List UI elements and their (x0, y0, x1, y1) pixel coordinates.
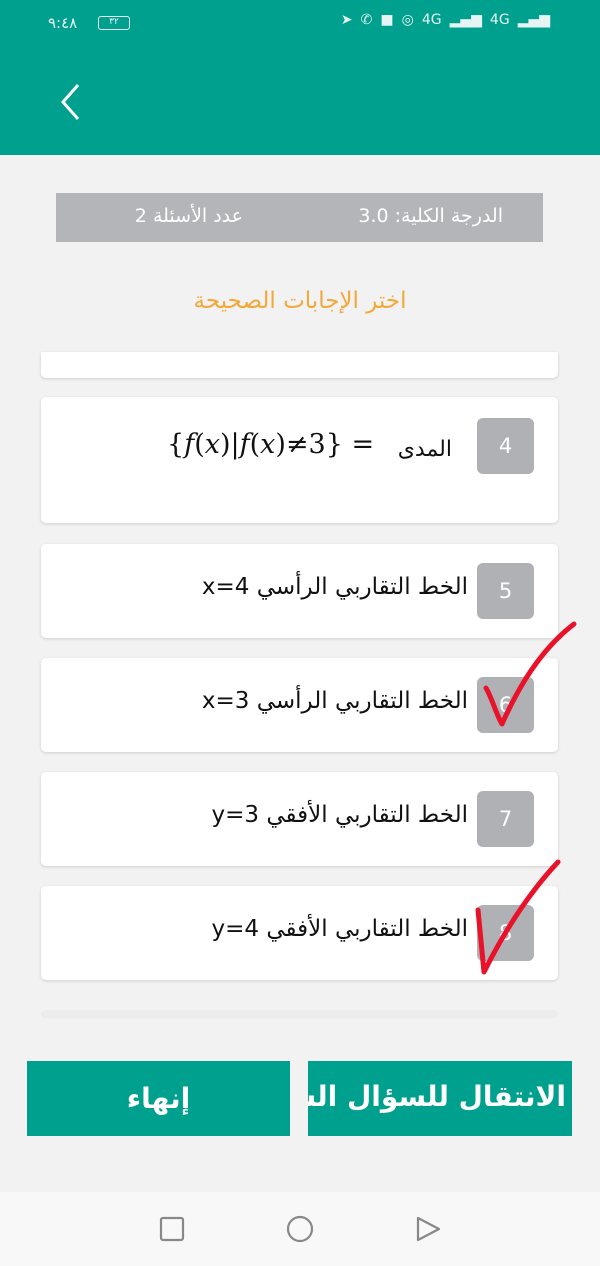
equals-sign: = (351, 429, 375, 460)
signal-bars-icon-2: ▂▄▆ (517, 12, 550, 28)
score-info-bar: الدرجة الكلية: 3.0 عدد الأسئلة 2 (56, 193, 543, 242)
option-number: 4 (477, 418, 534, 474)
question-count: عدد الأسئلة 2 (135, 205, 243, 227)
question-prompt: اختر الإجابات الصحيحة (193, 288, 407, 314)
hotspot-icon: ◎ (401, 12, 414, 28)
range-math-expression: {f(x)|f(x)≠3} = (167, 429, 375, 460)
app-bar: ٩:٤٨ ٣٢ ➤ ✆ ■ ◎ 4G ▂▄▆ 4G ▂▄▆ (0, 0, 600, 155)
answer-option-8[interactable]: 8 الخط التقاربي الأفقي y=4 (41, 886, 558, 980)
total-score-value: 3.0 (358, 205, 389, 227)
total-score: الدرجة الكلية: 3.0 (358, 205, 503, 227)
list-bottom-edge (41, 1010, 558, 1018)
triangle-icon[interactable] (413, 1214, 443, 1244)
question-count-value: 2 (134, 205, 147, 227)
send-icon: ➤ (340, 12, 353, 28)
status-time: ٩:٤٨ (48, 14, 78, 32)
option-number: 5 (477, 563, 534, 619)
option-number: 7 (477, 791, 534, 847)
signal-icon-2: 4G (489, 12, 510, 28)
circle-icon[interactable] (285, 1214, 315, 1244)
option-number: 8 (477, 905, 534, 961)
status-bar: ٩:٤٨ ٣٢ ➤ ✆ ■ ◎ 4G ▂▄▆ 4G ▂▄▆ (0, 0, 600, 50)
signal-icon-1: 4G (421, 12, 442, 28)
total-score-label: الدرجة الكلية: (394, 205, 503, 227)
signal-bars-icon-1: ▂▄▆ (449, 12, 482, 28)
answer-option-previous[interactable] (41, 352, 558, 378)
answer-option-4[interactable]: 4 المدى {f(x)|f(x)≠3} = (41, 397, 558, 523)
option-number: 6 (477, 677, 534, 733)
chevron-left-icon (60, 84, 80, 120)
question-count-label: عدد الأسئلة (152, 205, 243, 227)
option-label: المدى (397, 437, 452, 462)
system-nav-bar (0, 1192, 600, 1266)
square-icon[interactable] (157, 1214, 187, 1244)
previous-question-button[interactable]: الانتقال للسؤال السابق (308, 1061, 572, 1136)
option-text: الخط التقاربي الرأسي x=3 (201, 688, 468, 714)
option-text: الخط التقاربي الأفقي y=4 (211, 916, 468, 942)
option-text: الخط التقاربي الأفقي y=3 (211, 802, 468, 828)
battery-icon: ٣٢ (98, 16, 130, 30)
status-icons: ➤ ✆ ■ ◎ 4G ▂▄▆ 4G ▂▄▆ (341, 12, 550, 28)
finish-button[interactable]: إنهاء (27, 1061, 290, 1136)
answer-option-5[interactable]: 5 الخط التقاربي الرأسي x=4 (41, 544, 558, 638)
answer-option-6[interactable]: 6 الخط التقاربي الرأسي x=3 (41, 658, 558, 752)
stop-icon: ■ (380, 12, 394, 28)
option-text: الخط التقاربي الرأسي x=4 (201, 574, 468, 600)
previous-question-label: الانتقال للسؤال السابق (308, 1080, 566, 1113)
back-button[interactable] (52, 80, 92, 124)
phone-icon: ✆ (360, 12, 373, 28)
answer-option-7[interactable]: 7 الخط التقاربي الأفقي y=3 (41, 772, 558, 866)
